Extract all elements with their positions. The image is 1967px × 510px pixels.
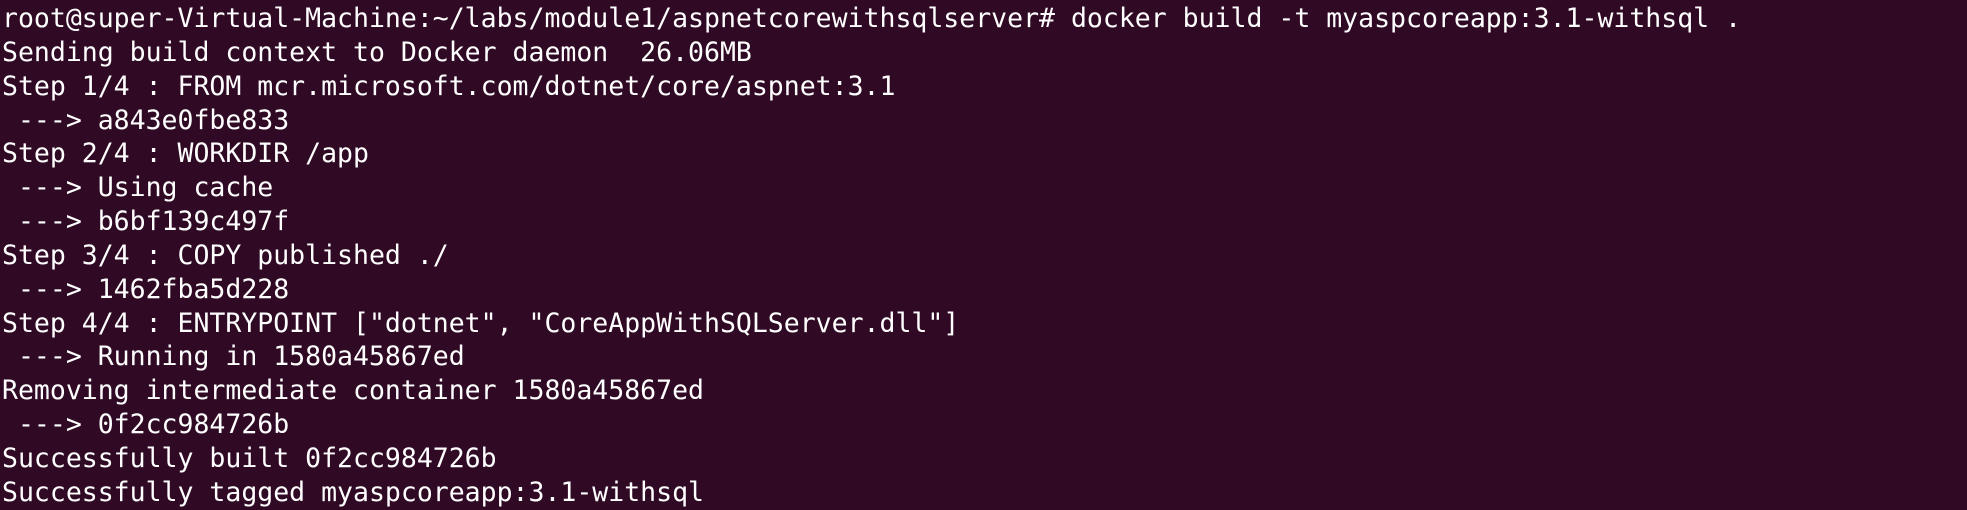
- output-line: Step 2/4 : WORKDIR /app: [2, 138, 369, 170]
- output-line: Step 4/4 : ENTRYPOINT ["dotnet", "CoreAp…: [2, 307, 960, 339]
- output-line: Successfully built 0f2cc984726b: [2, 442, 497, 474]
- output-line: Removing intermediate container 1580a458…: [2, 375, 704, 407]
- terminal-window[interactable]: root@super-Virtual-Machine:~/labs/module…: [0, 0, 1967, 508]
- output-line: ---> 1462fba5d228: [2, 273, 290, 305]
- output-line: ---> Using cache: [2, 172, 274, 204]
- command-line[interactable]: root@super-Virtual-Machine:~/labs/module…: [2, 2, 1967, 36]
- shell-prompt: root@super-Virtual-Machine:~/labs/module…: [2, 3, 1055, 34]
- output-line: Step 3/4 : COPY published ./: [2, 239, 449, 271]
- output-line: ---> Running in 1580a45867ed: [2, 341, 465, 373]
- output-line: Step 1/4 : FROM mcr.microsoft.com/dotnet…: [2, 70, 896, 102]
- typed-command: docker build -t myaspcoreapp:3.1-withsql…: [1055, 3, 1742, 34]
- output-line: ---> a843e0fbe833: [2, 104, 290, 136]
- output-line: ---> 0f2cc984726b: [2, 409, 290, 441]
- output-line: ---> b6bf139c497f: [2, 206, 290, 238]
- output-line: Sending build context to Docker daemon 2…: [2, 36, 752, 68]
